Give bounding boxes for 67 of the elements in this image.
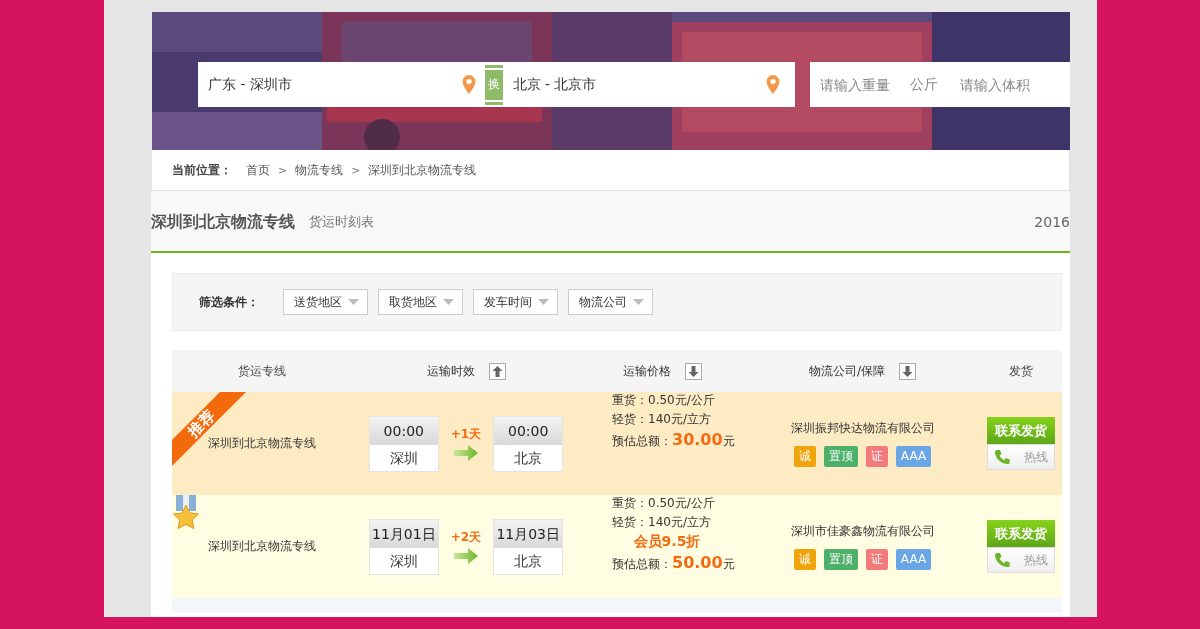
breadcrumb-link[interactable]: 深圳到北京物流专线 bbox=[368, 161, 477, 179]
column-header: 运输时效 bbox=[426, 362, 475, 380]
heavy-cargo-price: 重货：0.50元/公斤 bbox=[612, 392, 715, 409]
filter-dropdown[interactable]: 送货地区 bbox=[283, 289, 368, 315]
guarantee-tag: AAA bbox=[895, 549, 932, 570]
transit-days: +2天 bbox=[450, 529, 482, 546]
route-field[interactable]: 广东 - 深圳市 换 北京 - 北京市 bbox=[198, 62, 795, 107]
light-cargo-price: 轻货：140元/立方 bbox=[612, 514, 711, 531]
sort-up-icon[interactable] bbox=[488, 362, 506, 380]
arrow-icon bbox=[454, 548, 478, 564]
caret-icon bbox=[348, 299, 359, 305]
arrival-time: 00:00 bbox=[494, 416, 563, 445]
guarantee-tag: 置顶 bbox=[823, 446, 858, 467]
guarantee-tag: AAA bbox=[895, 446, 932, 467]
date-text: 2016 bbox=[1034, 214, 1070, 230]
arrival-city: 北京 bbox=[513, 448, 544, 468]
arrival-time: 11月03日 bbox=[494, 519, 563, 548]
arrow-icon bbox=[454, 445, 478, 461]
sort-down-icon[interactable] bbox=[685, 362, 702, 380]
guarantee-tag: 诚 bbox=[793, 446, 816, 467]
guarantee-tag: 置顶 bbox=[823, 549, 858, 570]
transit-days: +1天 bbox=[450, 426, 482, 443]
heavy-cargo-price: 重货：0.50元/公斤 bbox=[612, 495, 715, 512]
breadcrumb-link[interactable]: 首页 bbox=[246, 161, 270, 179]
weight-input[interactable]: 请输入重量 bbox=[810, 62, 892, 107]
caret-icon bbox=[443, 299, 454, 305]
estimate-label: 预估总额： bbox=[612, 556, 672, 573]
company-name[interactable]: 深圳市佳豪鑫物流有限公司 bbox=[790, 523, 935, 540]
section-subtitle: 货运时刻表 bbox=[309, 213, 374, 231]
column-header: 运输价格 bbox=[623, 362, 671, 380]
phone-icon bbox=[994, 449, 1012, 465]
breadcrumb-separator: > bbox=[278, 163, 288, 177]
arrival-city: 北京 bbox=[513, 551, 544, 571]
estimate-label: 预估总额： bbox=[612, 433, 672, 450]
estimate-amount: 30.00 bbox=[672, 430, 723, 449]
departure-time: 11月01日 bbox=[369, 519, 438, 548]
route-name[interactable]: 深圳到北京物流专线 bbox=[208, 538, 316, 555]
filter-label: 筛选条件： bbox=[199, 293, 259, 311]
guarantee-tag: 证 bbox=[865, 446, 888, 467]
departure-city: 深圳 bbox=[388, 551, 419, 571]
departure-city: 深圳 bbox=[388, 448, 419, 468]
volume-input[interactable]: 请输入体积 bbox=[950, 62, 1070, 107]
estimate-unit: 元 bbox=[722, 556, 735, 573]
column-header: 发货 bbox=[1009, 362, 1033, 380]
breadcrumb-label: 当前位置： bbox=[172, 161, 232, 179]
section-title: 深圳到北京物流专线 bbox=[151, 211, 295, 233]
filter-dropdown[interactable]: 物流公司 bbox=[568, 289, 653, 315]
estimate-amount: 50.00 bbox=[672, 553, 723, 572]
filter-dropdown[interactable]: 取货地区 bbox=[378, 289, 463, 315]
light-cargo-price: 轻货：140元/立方 bbox=[612, 411, 711, 428]
guarantee-tag: 证 bbox=[865, 549, 888, 570]
column-header: 物流公司/保障 bbox=[808, 362, 885, 380]
breadcrumb-separator: > bbox=[351, 163, 361, 177]
unit-label: 公斤 bbox=[892, 62, 950, 107]
medal-icon bbox=[172, 495, 200, 531]
departure-time: 00:00 bbox=[369, 416, 438, 445]
member-discount: 会员9.5折 bbox=[632, 533, 702, 551]
filter-dropdown[interactable]: 发车时间 bbox=[473, 289, 558, 315]
company-name[interactable]: 深圳振邦快达物流有限公司 bbox=[790, 420, 935, 437]
caret-icon bbox=[538, 299, 549, 305]
sort-down-icon[interactable] bbox=[899, 362, 916, 380]
guarantee-tag: 诚 bbox=[793, 549, 816, 570]
caret-icon bbox=[633, 299, 644, 305]
column-header: 货运专线 bbox=[238, 362, 286, 380]
estimate-unit: 元 bbox=[722, 433, 735, 450]
phone-icon bbox=[994, 552, 1012, 568]
breadcrumb-link[interactable]: 物流专线 bbox=[295, 161, 344, 179]
